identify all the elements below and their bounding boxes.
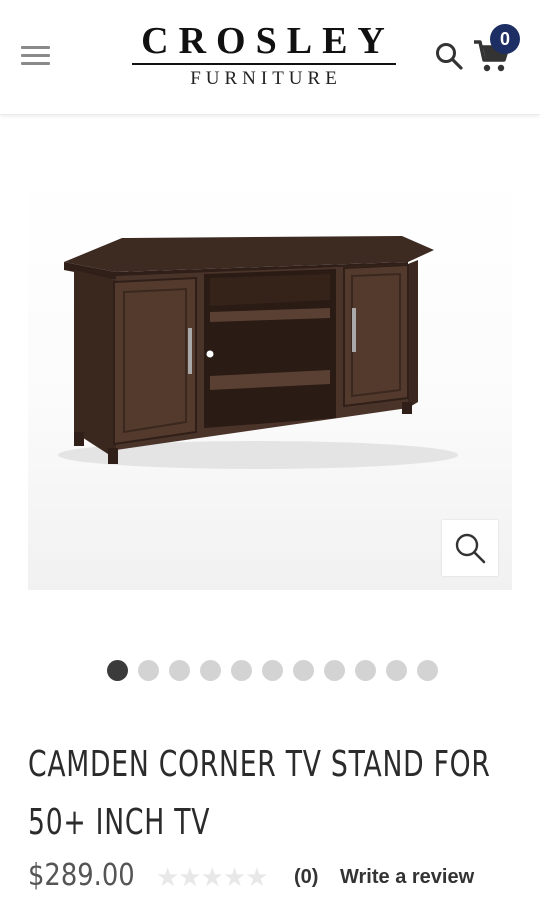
tv-stand-photo — [58, 236, 458, 469]
cart-count-badge[interactable]: 0 — [490, 24, 520, 54]
carousel-dot[interactable] — [138, 660, 159, 681]
menu-icon[interactable] — [21, 44, 50, 66]
zoom-button[interactable] — [442, 520, 498, 576]
carousel-dot[interactable] — [386, 660, 407, 681]
product-title-line-1: CAMDEN CORNER TV STAND FOR — [28, 744, 491, 785]
carousel-dot[interactable] — [262, 660, 283, 681]
review-count: (0) — [294, 866, 319, 888]
carousel-dot[interactable] — [293, 660, 314, 681]
site-header: CROSLEY FURNITURE 0 — [0, 0, 540, 115]
carousel-dot[interactable] — [417, 660, 438, 681]
carousel-dot[interactable] — [231, 660, 252, 681]
product-title-line-2: 50+ INCH TV — [28, 802, 211, 843]
rating-stars: ★★★★★ — [156, 862, 269, 892]
image-carousel-dots — [107, 660, 448, 682]
carousel-dot[interactable] — [355, 660, 376, 681]
price-rating-row: $289.00 ★★★★★ (0) Write a review — [28, 858, 540, 898]
carousel-dot[interactable] — [324, 660, 345, 681]
write-review-link[interactable]: Write a review — [340, 866, 474, 889]
product-image[interactable] — [28, 170, 512, 590]
crosley-logo[interactable]: CROSLEY FURNITURE — [128, 22, 400, 92]
product-price: $289.00 — [28, 858, 135, 893]
zoom-icon — [455, 533, 486, 564]
logo-subtitle: FURNITURE — [190, 68, 342, 89]
carousel-dot[interactable] — [107, 660, 128, 681]
carousel-dot[interactable] — [200, 660, 221, 681]
product-title: CAMDEN CORNER TV STAND FOR 50+ INCH TV — [28, 736, 502, 852]
logo-divider — [132, 63, 396, 65]
carousel-dot[interactable] — [169, 660, 190, 681]
search-icon[interactable] — [434, 41, 464, 71]
logo-brand: CROSLEY — [141, 20, 395, 62]
